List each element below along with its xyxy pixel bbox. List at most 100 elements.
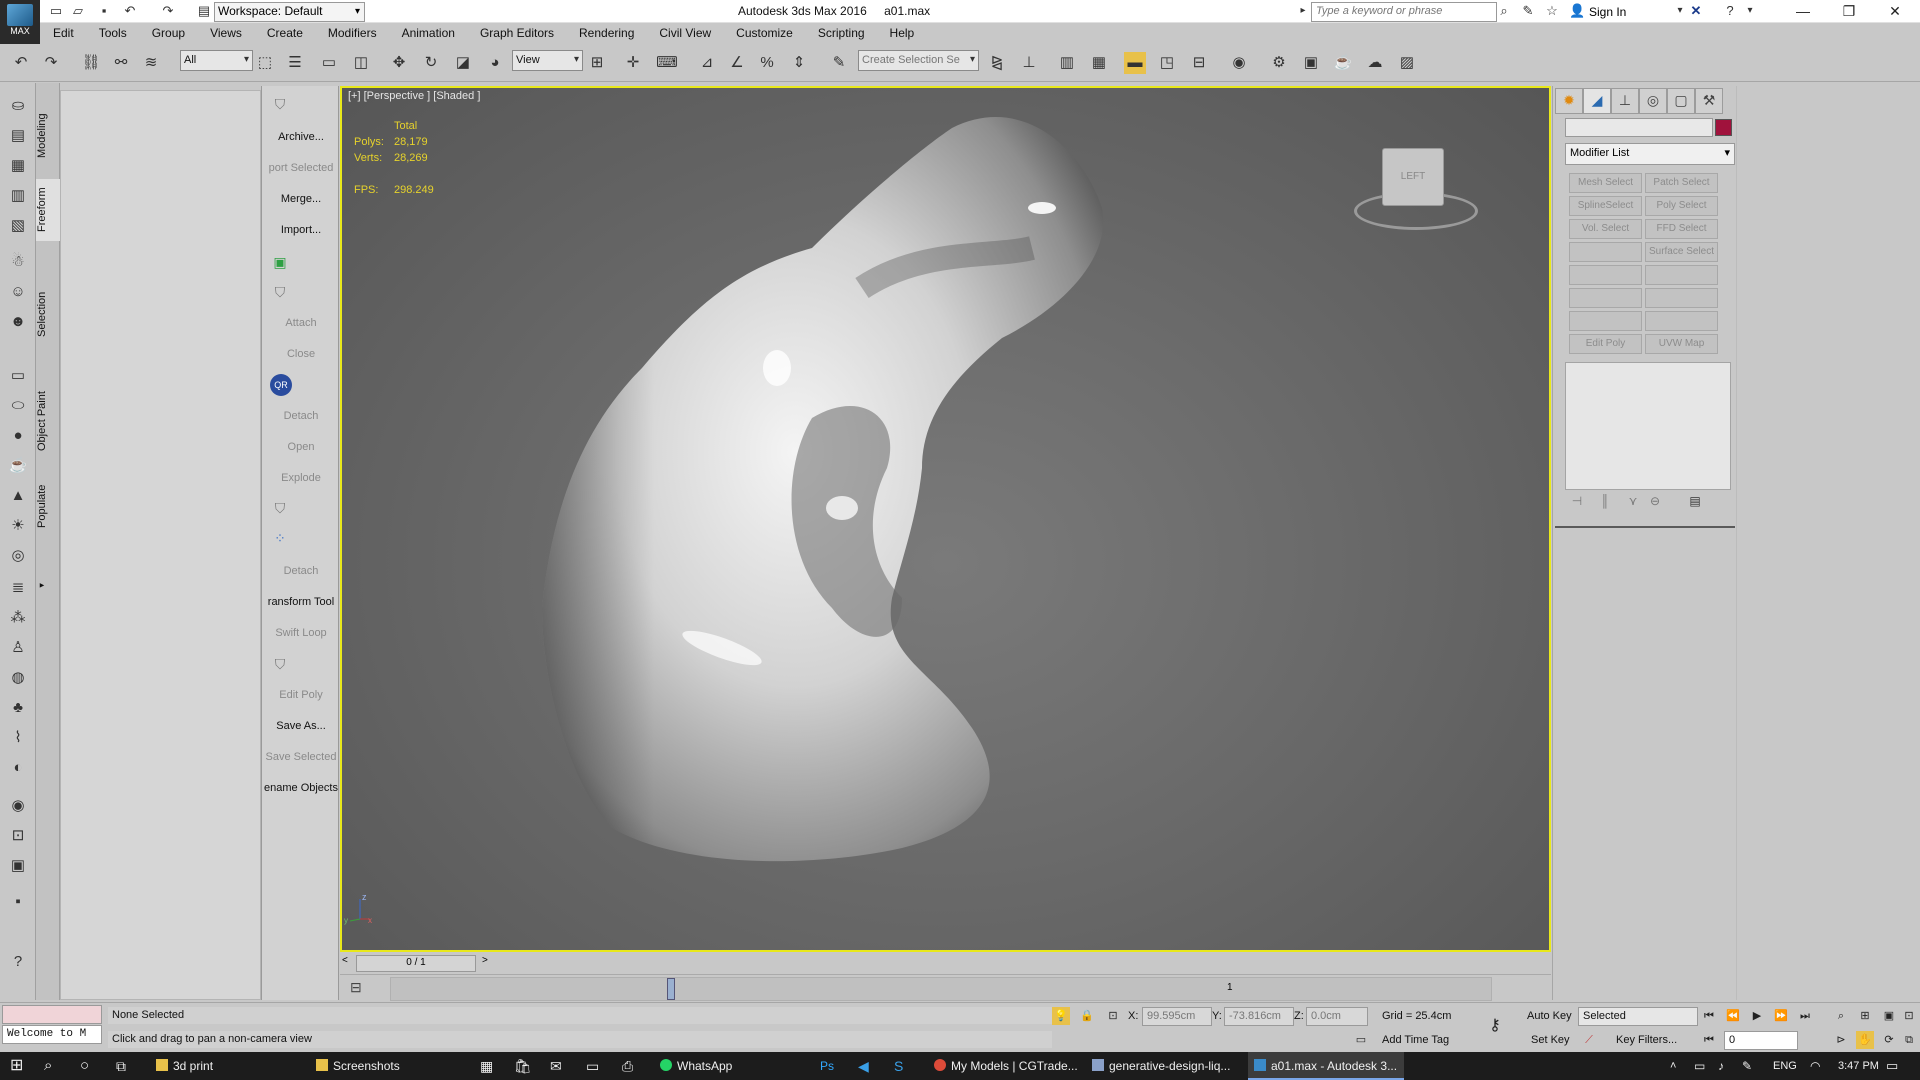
x-coord-field[interactable]: 99.595cm <box>1142 1007 1212 1026</box>
table-icon[interactable]: ▦ <box>7 155 29 177</box>
scale-icon[interactable]: ◪ <box>452 52 474 74</box>
merge-button[interactable]: Merge... <box>262 193 340 205</box>
menu-customize[interactable]: Customize <box>723 23 805 40</box>
orbit-icon[interactable]: ⟳ <box>1880 1031 1898 1049</box>
key-filters-button[interactable]: Key Filters... <box>1616 1034 1677 1046</box>
absolute-mode-icon[interactable]: ⊡ <box>1104 1007 1122 1025</box>
surface-select-button[interactable]: Surface Select <box>1645 242 1718 262</box>
sphere-icon[interactable]: ● <box>7 425 29 447</box>
selection-filter-dropdown[interactable]: All <box>180 50 253 71</box>
percent-snap-icon[interactable]: % <box>756 52 778 74</box>
empty-modifier-button[interactable] <box>1569 288 1642 308</box>
snaps-toggle-icon[interactable]: ⊿ <box>696 52 718 74</box>
align-icon[interactable]: ⊥ <box>1018 52 1040 74</box>
search-input[interactable]: Type a keyword or phrase <box>1311 2 1497 22</box>
pen-icon[interactable]: ✎ <box>1742 1052 1752 1080</box>
render-setup-icon[interactable]: ⚙ <box>1268 52 1290 74</box>
field-of-view-icon[interactable]: ⊳ <box>1832 1031 1850 1049</box>
spreadsheet-icon[interactable]: ▥ <box>7 185 29 207</box>
calculator-icon[interactable]: ▦ <box>480 1052 493 1080</box>
select-object-icon[interactable]: ⬚ <box>254 52 276 74</box>
time-tag-icon[interactable]: ▭ <box>1352 1031 1370 1049</box>
link-icon[interactable]: ⛓ <box>80 52 102 74</box>
patch-select-button[interactable]: Patch Select <box>1645 173 1718 193</box>
keyboard-shortcut-override-icon[interactable]: ⌨ <box>656 52 678 74</box>
y-coord-field[interactable]: -73.816cm <box>1224 1007 1294 1026</box>
import-button[interactable]: Import... <box>262 224 340 236</box>
object-name-field[interactable] <box>1565 118 1713 137</box>
named-selection-set-dropdown[interactable]: Create Selection Se <box>858 50 979 71</box>
torus-icon[interactable]: ◎ <box>7 545 29 567</box>
undo-icon[interactable]: ↶ <box>10 52 32 74</box>
pin-stack-icon[interactable]: ⊣ <box>1567 494 1587 512</box>
tab-freeform[interactable]: Freeform <box>36 179 60 241</box>
next-frame-icon[interactable]: ⏩ <box>1772 1007 1790 1025</box>
printer-icon[interactable]: ⎙ <box>622 1052 633 1080</box>
zoom-extents-all-icon[interactable]: ⊡ <box>1900 1007 1918 1025</box>
isolate-selection-icon[interactable]: 💡 <box>1052 1007 1070 1025</box>
tab-populate[interactable]: Populate <box>36 475 60 537</box>
taskbar-item[interactable]: Screenshots <box>312 1052 466 1080</box>
frame-slider[interactable]: 0 / 1 <box>356 955 476 972</box>
select-by-name-icon[interactable]: ☰ <box>284 52 306 74</box>
save-as-button[interactable]: Save As... <box>262 720 340 732</box>
empty-modifier-button[interactable] <box>1645 311 1718 331</box>
empty-modifier-button[interactable] <box>1569 242 1642 262</box>
pivot-center-icon[interactable]: ⊞ <box>586 52 608 74</box>
wifi-icon[interactable]: ◠ <box>1810 1052 1820 1080</box>
taskbar-item[interactable]: My Models | CGTrade... <box>930 1052 1082 1080</box>
make-unique-icon[interactable]: ⋎ <box>1623 494 1643 512</box>
swift-loop-button[interactable]: Swift Loop <box>262 627 340 639</box>
system-clock[interactable]: 3:47 PM <box>1838 1052 1879 1080</box>
scene-explorer-icon[interactable]: ▦ <box>1088 52 1110 74</box>
windows-start-icon[interactable]: ⊞ <box>10 1052 23 1080</box>
task-view-icon[interactable]: ⧉ <box>116 1052 126 1080</box>
angle-snap-icon[interactable]: ∠ <box>726 52 748 74</box>
spinner-snap-icon[interactable]: ⇕ <box>788 52 810 74</box>
attach-button[interactable]: Attach <box>262 317 340 329</box>
menu-tools[interactable]: Tools <box>86 23 139 40</box>
render-in-cloud-icon[interactable]: ▨ <box>1396 52 1418 74</box>
reference-coordinate-dropdown[interactable]: View <box>512 50 583 71</box>
empty-modifier-button[interactable] <box>1569 311 1642 331</box>
rendered-frame-window-icon[interactable]: ▣ <box>1300 52 1322 74</box>
render-production-icon[interactable]: ☕ <box>1332 52 1354 74</box>
teapot-icon[interactable]: ☕ <box>7 455 29 477</box>
telegram-icon[interactable]: ◀ <box>858 1052 869 1080</box>
next-frame-arrow-icon[interactable]: > <box>482 955 488 966</box>
search-icon[interactable]: ⌕ <box>44 1052 52 1080</box>
favorites-star-icon[interactable]: ☆ <box>1544 3 1560 19</box>
transform-tool-button[interactable]: ransform Tool <box>262 596 340 608</box>
place-icon[interactable]: ◕ <box>484 52 506 74</box>
input-language[interactable]: ENG <box>1773 1052 1797 1080</box>
chevron-down-icon[interactable]: ▾ <box>1672 3 1688 19</box>
help-circle-icon[interactable]: ? <box>7 951 29 973</box>
save-selected-button[interactable]: Save Selected <box>262 751 340 763</box>
menu-views[interactable]: Views <box>197 23 254 40</box>
object-properties-icon[interactable]: ⊡ <box>7 825 29 847</box>
undo-icon[interactable]: ↶ <box>122 3 138 19</box>
search-toggle-icon[interactable]: ▸ <box>1295 3 1311 19</box>
restore-button[interactable]: ❐ <box>1826 0 1872 23</box>
pan-view-icon[interactable]: ✋ <box>1856 1031 1874 1049</box>
prev-frame-arrow-icon[interactable]: < <box>342 955 348 966</box>
project-folder-icon[interactable]: ▤ <box>196 3 212 19</box>
menu-modifiers[interactable]: Modifiers <box>315 23 389 40</box>
taskbar-item[interactable]: WhatsApp <box>656 1052 780 1080</box>
photoshop-icon[interactable]: Ps <box>820 1052 834 1080</box>
menu-scripting[interactable]: Scripting <box>805 23 877 40</box>
vol-select-button[interactable]: Vol. Select <box>1569 219 1642 239</box>
taskbar-item-active[interactable]: a01.max - Autodesk 3... <box>1248 1052 1404 1080</box>
add-time-tag-button[interactable]: Add Time Tag <box>1382 1034 1449 1046</box>
cortana-icon[interactable]: ○ <box>80 1052 89 1080</box>
cone-icon[interactable]: ▲ <box>7 485 29 507</box>
menu-help[interactable]: Help <box>877 23 927 40</box>
tab-modify-icon[interactable]: ◢ <box>1583 88 1611 114</box>
current-frame-field[interactable]: 0 <box>1724 1031 1798 1050</box>
mesh-select-button[interactable]: Mesh Select <box>1569 173 1642 193</box>
maxscript-listener-top[interactable] <box>2 1005 102 1024</box>
bind-space-warp-icon[interactable]: ≋ <box>140 52 162 74</box>
curve-editor-icon[interactable]: ◳ <box>1156 52 1178 74</box>
close-button[interactable]: Close <box>262 348 340 360</box>
zoom-all-icon[interactable]: ⊞ <box>1856 1007 1874 1025</box>
